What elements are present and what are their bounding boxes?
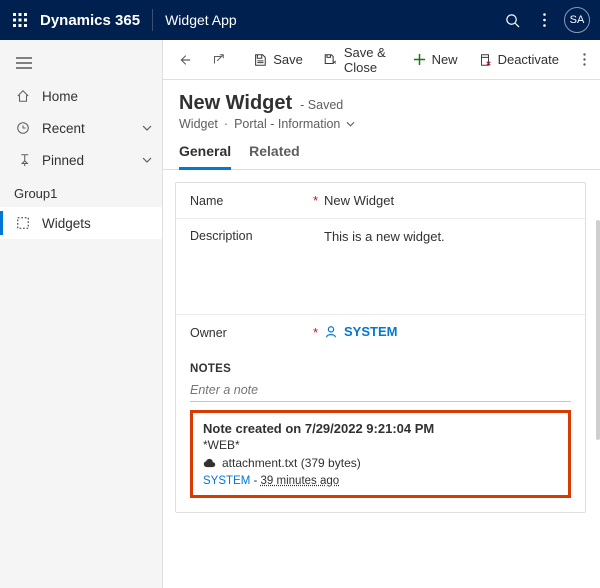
- person-icon: [324, 325, 338, 339]
- brand-label[interactable]: Dynamics 365: [40, 12, 140, 29]
- open-new-window-button[interactable]: [203, 45, 233, 75]
- notes-input[interactable]: [190, 379, 571, 401]
- nav-widgets-label: Widgets: [42, 216, 91, 231]
- save-icon: [253, 53, 267, 67]
- save-close-label: Save & Close: [344, 45, 393, 75]
- deactivate-label: Deactivate: [498, 52, 559, 67]
- search-icon[interactable]: [496, 4, 528, 36]
- app-name[interactable]: Widget App: [165, 12, 237, 28]
- back-button[interactable]: [169, 45, 199, 75]
- form-header: New Widget - Saved Widget · Portal - Inf…: [163, 80, 600, 131]
- record-title: New Widget: [179, 92, 292, 115]
- site-map-sidebar: Home Recent Pinned Group1 Widgets: [0, 40, 163, 588]
- form-selector[interactable]: Portal - Information: [234, 117, 340, 131]
- form-body: Name* New Widget Description This is a n…: [163, 170, 600, 588]
- nav-widgets[interactable]: Widgets: [0, 207, 162, 239]
- crumb-entity: Widget: [179, 117, 218, 131]
- global-top-bar: Dynamics 365 Widget App SA: [0, 0, 600, 40]
- content-area: Save Save & Close New Deactivate: [163, 40, 600, 588]
- nav-home[interactable]: Home: [0, 80, 162, 112]
- tab-related[interactable]: Related: [249, 143, 300, 169]
- form-tabs: General Related: [163, 131, 600, 170]
- field-description[interactable]: Description This is a new widget.: [176, 219, 585, 315]
- more-vertical-icon[interactable]: [528, 4, 560, 36]
- nav-recent[interactable]: Recent: [0, 112, 162, 144]
- note-age: 39 minutes ago: [261, 475, 340, 487]
- save-close-icon: [323, 53, 338, 67]
- note-meta: SYSTEM - 39 minutes ago: [203, 475, 558, 487]
- cloud-icon: [203, 458, 216, 468]
- field-name-label: Name*: [190, 194, 324, 208]
- deactivate-icon: [478, 53, 492, 67]
- new-label: New: [432, 52, 458, 67]
- note-author[interactable]: SYSTEM: [203, 475, 250, 487]
- pin-icon: [14, 153, 32, 167]
- note-card-highlighted: Note created on 7/29/2022 9:21:04 PM *WE…: [190, 410, 571, 498]
- plus-icon: [413, 53, 426, 66]
- note-attachment-label: attachment.txt (379 bytes): [222, 456, 361, 470]
- chevron-down-icon: [142, 125, 152, 131]
- user-avatar[interactable]: SA: [564, 7, 590, 33]
- clock-icon: [14, 121, 32, 135]
- field-name[interactable]: Name* New Widget: [176, 183, 585, 219]
- tab-general[interactable]: General: [179, 143, 231, 170]
- save-close-button[interactable]: Save & Close: [315, 45, 401, 75]
- form-panel: Name* New Widget Description This is a n…: [175, 182, 586, 513]
- nav-pinned[interactable]: Pinned: [0, 144, 162, 176]
- field-desc-label: Description: [190, 229, 324, 243]
- divider: [152, 9, 153, 31]
- note-title: Note created on 7/29/2022 9:21:04 PM: [203, 421, 558, 436]
- nav-recent-label: Recent: [42, 121, 85, 136]
- deactivate-button[interactable]: Deactivate: [470, 45, 567, 75]
- owner-value: SYSTEM: [344, 324, 397, 339]
- notes-header: NOTES: [176, 351, 585, 377]
- notes-input-wrap[interactable]: [190, 379, 571, 402]
- command-bar: Save Save & Close New Deactivate: [163, 40, 600, 80]
- save-label: Save: [273, 52, 303, 67]
- field-owner-label: Owner*: [190, 326, 324, 340]
- overflow-button[interactable]: [575, 45, 594, 75]
- widget-icon: [14, 216, 32, 230]
- scrollbar[interactable]: [596, 220, 600, 440]
- note-source: *WEB*: [203, 438, 558, 452]
- chevron-down-icon[interactable]: [346, 121, 355, 127]
- nav-pinned-label: Pinned: [42, 153, 84, 168]
- new-button[interactable]: New: [405, 45, 466, 75]
- sidebar-toggle-icon[interactable]: [0, 46, 162, 80]
- field-desc-value[interactable]: This is a new widget.: [324, 229, 571, 244]
- home-icon: [14, 89, 32, 103]
- owner-link[interactable]: SYSTEM: [324, 324, 397, 339]
- form-breadcrumb: Widget · Portal - Information: [179, 117, 584, 131]
- app-launcher-icon[interactable]: [6, 6, 34, 34]
- field-owner[interactable]: Owner* SYSTEM: [176, 315, 585, 351]
- chevron-down-icon: [142, 157, 152, 163]
- record-status: - Saved: [300, 98, 343, 112]
- nav-group-label: Group1: [0, 176, 162, 207]
- save-button[interactable]: Save: [245, 45, 311, 75]
- field-name-value[interactable]: New Widget: [324, 193, 571, 208]
- note-attachment[interactable]: attachment.txt (379 bytes): [203, 456, 361, 470]
- nav-home-label: Home: [42, 89, 78, 104]
